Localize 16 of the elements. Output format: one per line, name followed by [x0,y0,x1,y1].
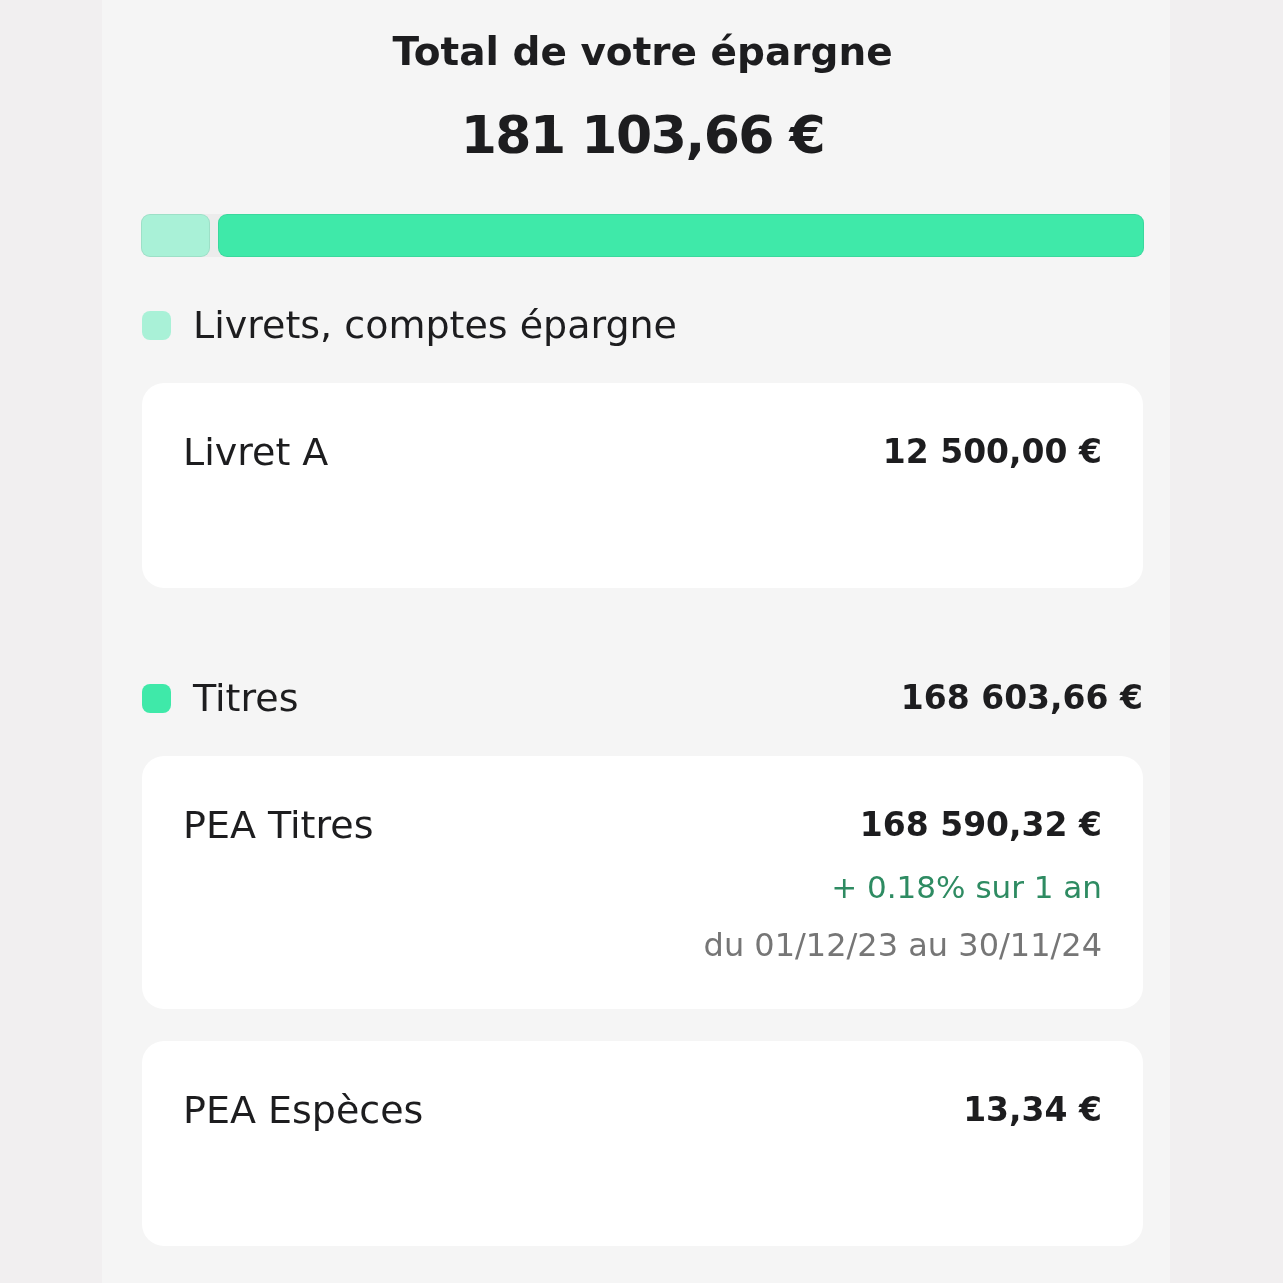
savings-total: 181 103,66 € [459,104,826,167]
account-card[interactable]: PEA Espèces 13,34 € [142,1041,1143,1246]
savings-title: Total de votre épargne [391,28,894,76]
account-balance: 13,34 € [963,1089,1102,1131]
account-card[interactable]: PEA Titres 168 590,32 € + 0.18% sur 1 an du 01/12/23 au 30/11/24 [142,756,1143,1009]
account-balance: 168 590,32 € [859,804,1102,846]
account-card[interactable]: Livret A 12 500,00 € [142,383,1143,588]
category-label: Titres [193,678,299,718]
account-balance: 12 500,00 € [882,431,1102,473]
period-text: du 01/12/23 au 30/11/24 [703,925,1102,965]
category-total: 168 603,66 € [900,678,1143,718]
account-name: Livret A [183,430,329,474]
account-name: PEA Titres [183,803,374,847]
account-name: PEA Espèces [183,1088,424,1132]
performance-text: + 0.18% sur 1 an [831,868,1102,907]
category-label: Livrets, comptes épargne [193,305,677,345]
